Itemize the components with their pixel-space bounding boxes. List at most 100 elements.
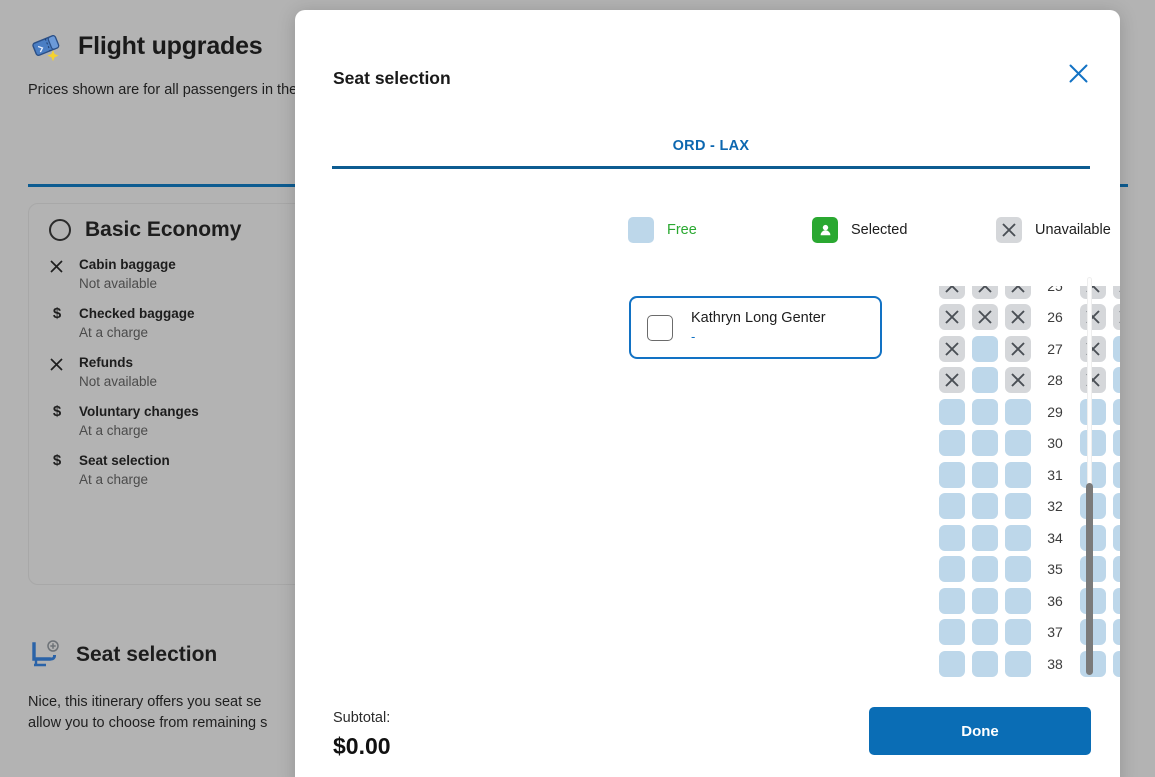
seat-row: 25 xyxy=(935,286,1120,302)
seat-29A[interactable] xyxy=(938,398,965,425)
x-icon xyxy=(996,217,1022,243)
seat-31B[interactable] xyxy=(971,461,998,488)
seat-29D[interactable] xyxy=(1079,398,1106,425)
seat-row-number: 26 xyxy=(1047,309,1063,326)
seat-32B[interactable] xyxy=(971,493,998,520)
seat-38A[interactable] xyxy=(938,650,965,677)
seat-37A[interactable] xyxy=(938,619,965,646)
seat-28B[interactable] xyxy=(971,367,998,394)
seat-28E[interactable] xyxy=(1112,367,1120,394)
seat-row-number: 30 xyxy=(1047,435,1063,452)
seat-30D[interactable] xyxy=(1079,430,1106,457)
seat-31E[interactable] xyxy=(1112,461,1120,488)
seat-36E[interactable] xyxy=(1112,587,1120,614)
seat-36C[interactable] xyxy=(1004,587,1031,614)
page-header: Flight upgrades Prices shown are for all… xyxy=(28,30,310,99)
seat-row-number: 31 xyxy=(1047,466,1063,483)
seat-34C[interactable] xyxy=(1004,524,1031,551)
seat-29B[interactable] xyxy=(971,398,998,425)
seat-32C[interactable] xyxy=(1004,493,1031,520)
close-icon[interactable] xyxy=(1063,58,1093,88)
fare-feature-label: Voluntary changes xyxy=(79,404,199,419)
flight-tabs: ORD - LAX xyxy=(332,138,1090,169)
seat-34E[interactable] xyxy=(1112,524,1120,551)
seat-29C[interactable] xyxy=(1004,398,1031,425)
legend-label-selected: Selected xyxy=(851,222,908,238)
seat-26A xyxy=(938,304,965,331)
fare-feature-label: Seat selection xyxy=(79,453,170,468)
seat-row-number: 29 xyxy=(1047,403,1063,420)
seat-27E[interactable] xyxy=(1112,335,1120,362)
passenger-name: Kathryn Long Genter xyxy=(691,310,826,326)
subtotal-value: $0.00 xyxy=(333,733,391,759)
seat-row: 27 xyxy=(935,333,1120,365)
upgrade-ticket-icon xyxy=(28,30,64,62)
seat-30C[interactable] xyxy=(1004,430,1031,457)
seat-37C[interactable] xyxy=(1004,619,1031,646)
fare-feature-value: Not available xyxy=(79,374,158,389)
seat-29E[interactable] xyxy=(1112,398,1120,425)
tab-ord-lax[interactable]: ORD - LAX xyxy=(673,138,750,166)
fare-radio-icon[interactable] xyxy=(49,219,71,241)
seat-row-number: 27 xyxy=(1047,340,1063,357)
seat-36A[interactable] xyxy=(938,587,965,614)
seat-37E[interactable] xyxy=(1112,619,1120,646)
seat-26C xyxy=(1004,304,1031,331)
passenger-checkbox[interactable] xyxy=(647,314,673,341)
seat-32E[interactable] xyxy=(1112,493,1120,520)
seat-37B[interactable] xyxy=(971,619,998,646)
seat-swatch-free-icon xyxy=(628,217,654,243)
seat-selection-title: Seat selection xyxy=(76,643,218,666)
seat-28C xyxy=(1004,367,1031,394)
seat-26D xyxy=(1079,304,1106,331)
legend-item-selected: Selected xyxy=(812,217,996,243)
seat-row: 26 xyxy=(935,302,1120,334)
x-icon xyxy=(49,354,65,392)
fare-feature-value: At a charge xyxy=(79,325,149,340)
modal-footer: Subtotal: $0.00 Done xyxy=(295,693,1120,777)
fare-feature-value: At a charge xyxy=(79,423,149,438)
seat-34A[interactable] xyxy=(938,524,965,551)
seat-34B[interactable] xyxy=(971,524,998,551)
tab-underline xyxy=(332,166,1090,169)
legend-item-unavailable: Unavailable xyxy=(996,217,1111,243)
seat-28D xyxy=(1079,367,1106,394)
seat-35C[interactable] xyxy=(1004,556,1031,583)
screen: Flight upgrades Prices shown are for all… xyxy=(0,0,1155,777)
legend-label-free: Free xyxy=(667,222,697,238)
legend-item-free: Free xyxy=(628,217,812,243)
seat-row-number: 37 xyxy=(1047,624,1063,641)
done-button[interactable]: Done xyxy=(869,707,1091,755)
page-title: Flight upgrades xyxy=(78,31,263,60)
seat-38C[interactable] xyxy=(1004,650,1031,677)
seat-row-number: 32 xyxy=(1047,498,1063,515)
seat-30B[interactable] xyxy=(971,430,998,457)
legend-label-unavailable: Unavailable xyxy=(1035,222,1111,238)
page-subtitle: Prices shown are for all passengers in t… xyxy=(28,82,310,98)
seat-36B[interactable] xyxy=(971,587,998,614)
seat-25D xyxy=(1079,286,1106,299)
seat-row-number: 36 xyxy=(1047,592,1063,609)
person-icon xyxy=(812,217,838,243)
seat-map-scrollbar-thumb[interactable] xyxy=(1086,483,1093,675)
seat-legend: Free Selected Unavailable xyxy=(628,217,1120,243)
seat-30E[interactable] xyxy=(1112,430,1120,457)
seat-38E[interactable] xyxy=(1112,650,1120,677)
passenger-card[interactable]: Kathryn Long Genter - xyxy=(629,296,882,359)
seat-32A[interactable] xyxy=(938,493,965,520)
seat-35B[interactable] xyxy=(971,556,998,583)
seat-31A[interactable] xyxy=(938,461,965,488)
seat-row-number: 34 xyxy=(1047,529,1063,546)
seat-38B[interactable] xyxy=(971,650,998,677)
seat-31C[interactable] xyxy=(1004,461,1031,488)
seat-35A[interactable] xyxy=(938,556,965,583)
x-icon xyxy=(49,256,65,294)
airplane-seat-icon xyxy=(28,640,62,670)
fare-feature-value: At a charge xyxy=(79,472,149,487)
dollar-icon: $ xyxy=(52,305,62,322)
fare-feature-label: Refunds xyxy=(79,355,133,370)
seat-30A[interactable] xyxy=(938,430,965,457)
seat-35E[interactable] xyxy=(1112,556,1120,583)
seat-27B[interactable] xyxy=(971,335,998,362)
seat-28A xyxy=(938,367,965,394)
